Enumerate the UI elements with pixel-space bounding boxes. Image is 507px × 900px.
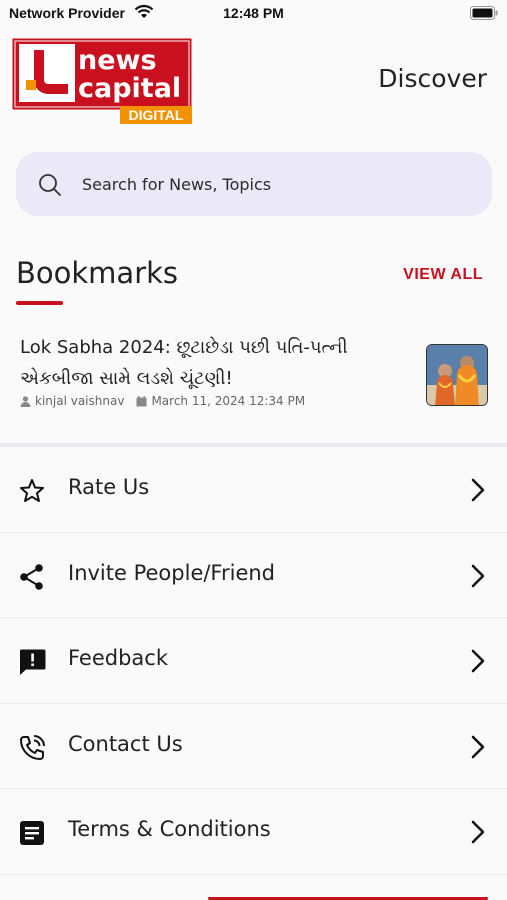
bookmarks-underline [16,301,63,305]
feedback-icon [20,649,46,675]
menu-label-feedback: Feedback [68,646,169,670]
battery-icon [470,6,498,20]
article-thumbnail[interactable] [426,344,488,406]
article-date: March 11, 2024 12:34 PM [151,394,306,408]
bookmarks-heading: Bookmarks [16,256,179,290]
document-icon [20,821,44,845]
article-author: kinjal vaishnav [35,394,125,408]
discover-title: Discover [378,64,487,93]
article-title[interactable]: Lok Sabha 2024: છૂટાછેડા પછી પતિ-પત્ની એ… [20,332,405,394]
menu-label-rate-us: Rate Us [68,475,150,499]
menu-label-contact-us: Contact Us [68,731,183,756]
svg-text:news: news [78,45,157,76]
news-capital-logo[interactable]: news capital DIGITAL [12,38,194,126]
share-icon [20,563,43,590]
clock: 12:48 PM [223,5,284,21]
menu-item-rate-us[interactable]: Rate Us [0,447,507,533]
menu-item-terms[interactable]: Terms & Conditions [0,789,507,875]
chevron-right-icon [471,820,485,844]
article-meta: kinjal vaishnav March 11, 2024 12:34 PM [20,394,305,408]
user-icon [20,395,31,407]
star-icon [20,479,44,502]
menu-item-feedback[interactable]: Feedback [0,618,507,704]
phone-icon [20,734,45,760]
menu-item-contact-us[interactable]: Contact Us [0,704,507,789]
menu-item-invite[interactable]: Invite People/Friend [0,533,507,618]
status-bar: Network Provider 12:48 PM [0,0,507,30]
chevron-right-icon [471,564,485,587]
menu-label-terms: Terms & Conditions [68,817,271,841]
chevron-right-icon [471,735,485,758]
svg-text:capital: capital [78,73,181,104]
settings-menu: Rate Us Invite People/Friend Feedback Co… [0,447,507,875]
calendar-icon [136,395,147,406]
bookmark-article[interactable]: Lok Sabha 2024: છૂટાછેડા પછી પતિ-પત્ની એ… [0,326,507,442]
chevron-right-icon [471,649,485,673]
chevron-right-icon [471,478,485,502]
view-all-link[interactable]: VIEW ALL [403,266,483,284]
svg-text:DIGITAL: DIGITAL [129,107,184,123]
search-bar[interactable] [16,152,492,216]
menu-label-invite: Invite People/Friend [68,560,276,585]
search-input[interactable] [82,152,462,216]
search-icon [39,174,61,196]
